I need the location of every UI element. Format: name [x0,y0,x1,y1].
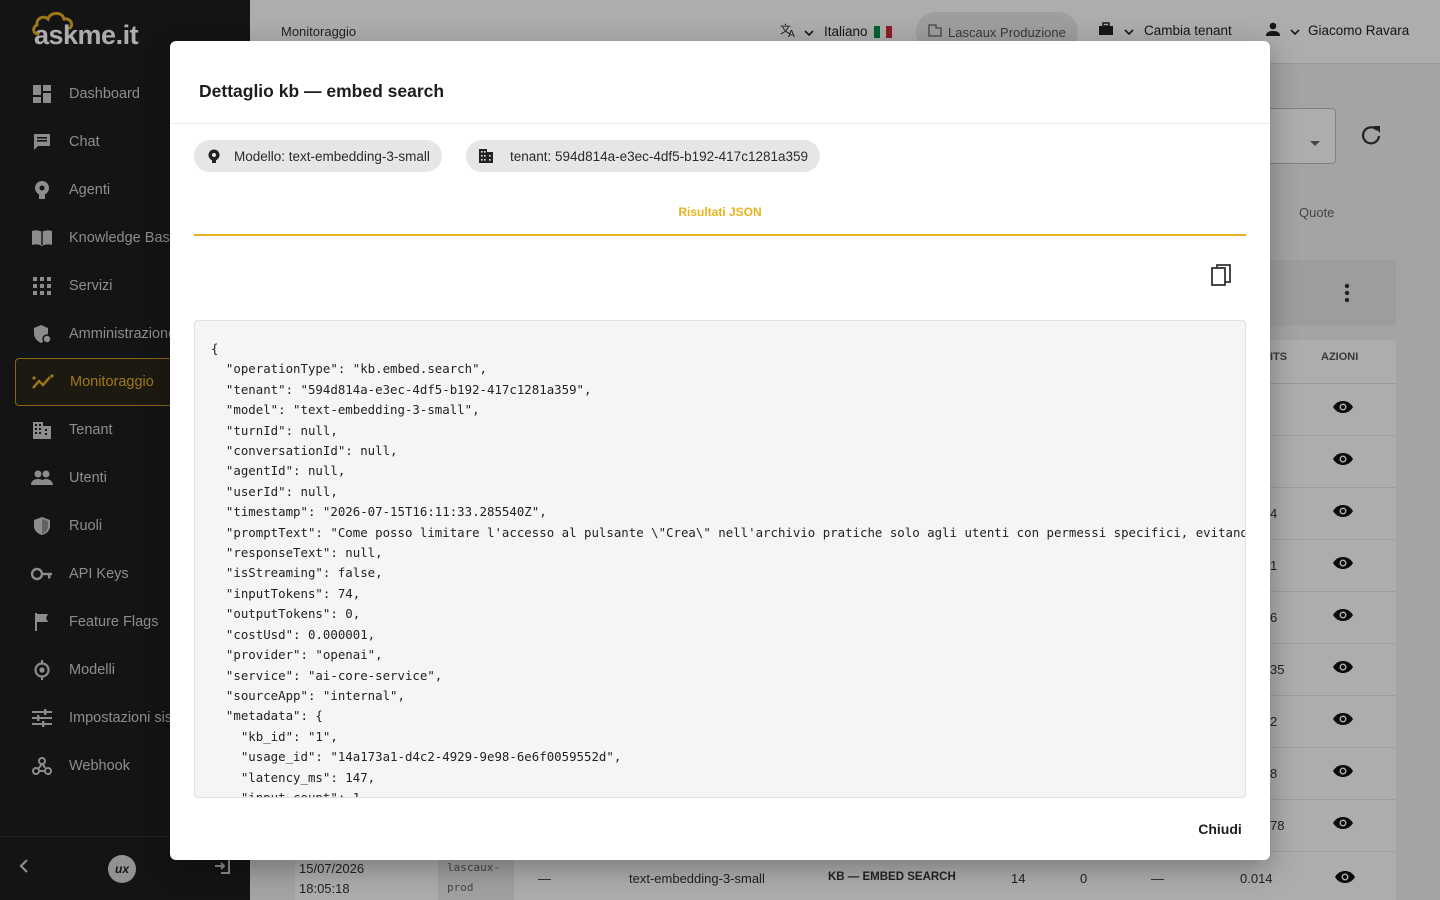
dialog-title: Dettaglio kb — embed search [199,81,445,101]
divider [170,123,1270,124]
json-viewer[interactable]: { "operationType": "kb.embed.search", "t… [194,320,1246,798]
model-chip-label: Modello: text-embedding-3-small [234,148,430,164]
building-icon [478,148,494,164]
copy-icon[interactable] [1208,262,1236,290]
model-icon [206,148,222,164]
model-chip: Modello: text-embedding-3-small [194,140,442,172]
json-code: { "operationType": "kb.embed.search", "t… [211,341,1245,798]
tab-json-results[interactable]: Risultati JSON [194,203,1246,236]
tenant-chip: tenant: 594d814a-e3ec-4df5-b192-417c1281… [466,140,821,172]
close-button[interactable]: Chiudi [1180,813,1260,845]
detail-dialog: Dettaglio kb — embed search Modello: tex… [170,41,1270,860]
tenant-chip-label: tenant: 594d814a-e3ec-4df5-b192-417c1281… [510,148,809,164]
